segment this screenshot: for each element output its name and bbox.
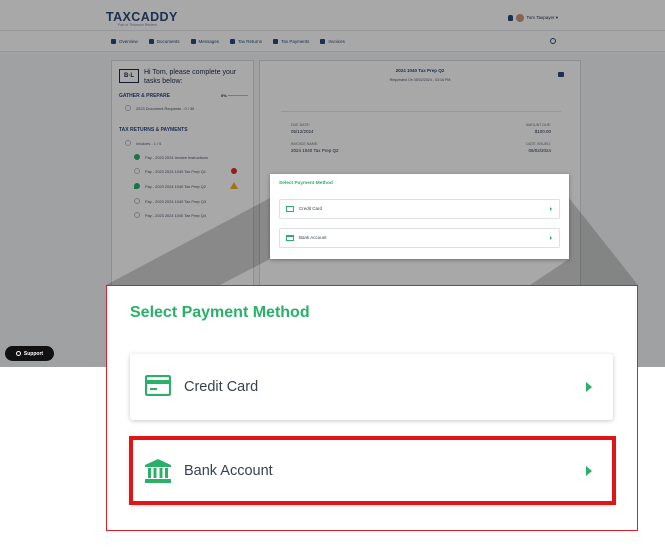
credit-card-icon [145, 375, 171, 396]
chevron-right-icon [586, 382, 592, 392]
screenshot-stage: TAXCADDY Part of Thomson Reuters Tom Tax… [0, 0, 665, 547]
zoom-title: Select Payment Method [130, 304, 310, 321]
highlight-box [129, 436, 616, 505]
credit-card-label: Credit Card [184, 379, 259, 395]
credit-card-option[interactable]: Credit Card [130, 354, 613, 420]
zoom-callout: Select Payment Method Credit Card Bank A… [106, 285, 638, 531]
